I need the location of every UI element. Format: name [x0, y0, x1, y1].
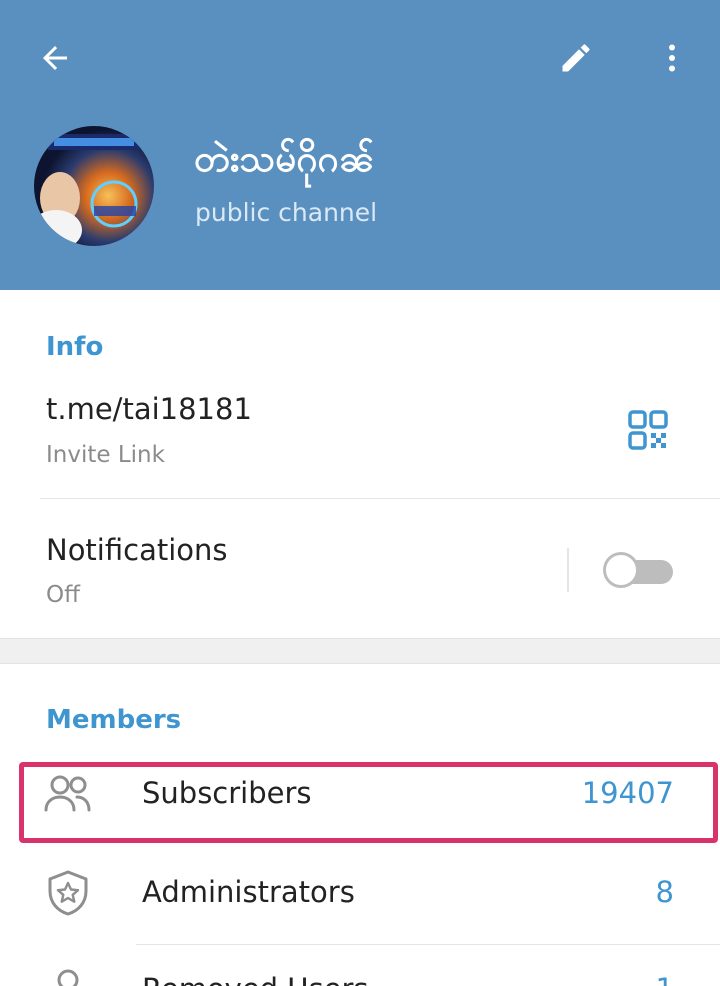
removed-users-row[interactable]: Removed Users 1	[0, 950, 720, 986]
user-icon	[40, 962, 96, 986]
divider	[136, 944, 720, 945]
avatar-image	[34, 126, 154, 246]
edit-button[interactable]	[548, 30, 604, 86]
toggle-knob	[603, 552, 639, 588]
back-button[interactable]	[27, 30, 83, 86]
shield-star-icon	[40, 865, 96, 921]
more-options-button[interactable]	[644, 30, 700, 86]
users-icon	[40, 766, 96, 822]
removed-users-count: 1	[656, 970, 674, 986]
subscribers-label: Subscribers	[142, 776, 312, 810]
notifications-toggle[interactable]	[603, 552, 673, 590]
notifications-state: Off	[46, 582, 80, 608]
channel-avatar[interactable]	[34, 126, 154, 246]
administrators-label: Administrators	[142, 875, 355, 909]
invite-link-label: Invite Link	[46, 442, 165, 468]
info-section-title: Info	[46, 332, 104, 362]
profile-header: တဲးသမ်ဂိုဂၼ် public channel	[0, 0, 720, 290]
invite-link-value[interactable]: t.me/tai18181	[46, 390, 252, 428]
toggle-separator	[567, 548, 569, 592]
removed-users-label: Removed Users	[142, 970, 369, 986]
members-section-title: Members	[46, 705, 182, 735]
channel-type: public channel	[195, 198, 378, 227]
subscribers-count: 19407	[581, 776, 674, 810]
more-vertical-icon	[669, 44, 675, 72]
administrators-count: 8	[655, 875, 674, 909]
channel-name: တဲးသမ်ဂိုဂၼ်	[194, 137, 375, 180]
subscribers-row[interactable]: Subscribers 19407	[0, 754, 720, 834]
back-arrow-icon	[43, 46, 67, 70]
section-separator	[0, 638, 720, 664]
notifications-label[interactable]: Notifications	[46, 531, 228, 569]
divider	[40, 498, 720, 499]
qr-code-icon	[628, 410, 668, 450]
pencil-icon	[562, 44, 590, 72]
administrators-row[interactable]: Administrators 8	[0, 853, 720, 933]
qr-code-button[interactable]	[620, 402, 676, 458]
